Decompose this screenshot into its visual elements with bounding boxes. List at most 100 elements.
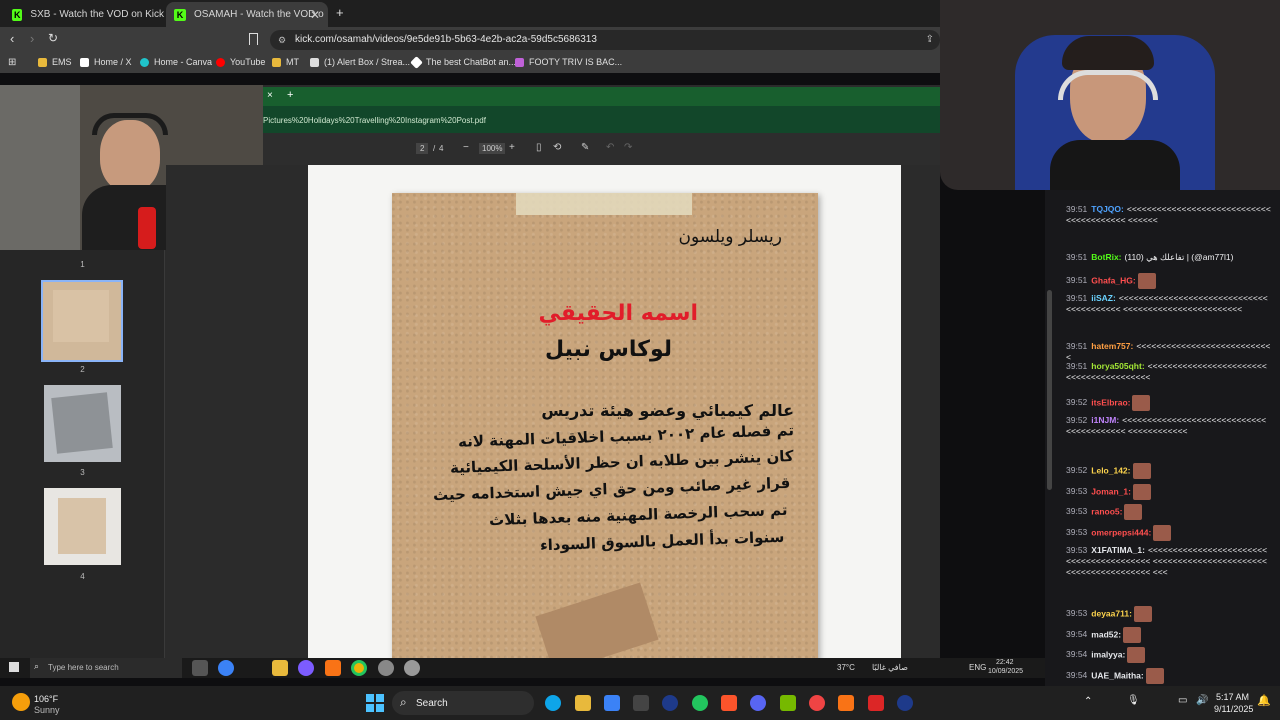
page-thumbnail-4[interactable]	[44, 488, 121, 565]
search-box[interactable]: ⌕ Search	[392, 691, 534, 715]
rotate-icon[interactable]: ⟲	[553, 142, 561, 153]
network-icon[interactable]: ▭	[1178, 695, 1187, 706]
chat-username[interactable]: hatem757:	[1091, 341, 1133, 351]
new-tab-button[interactable]: +	[336, 5, 344, 20]
store-icon[interactable]	[604, 695, 620, 711]
app-icon[interactable]	[378, 660, 394, 676]
bookmark-ems[interactable]: EMS	[38, 57, 72, 67]
site-info-icon[interactable]: ⚙	[278, 30, 286, 50]
chat-message: 39:51 Ghafa_HG:	[1066, 273, 1271, 289]
app-icon[interactable]	[809, 695, 825, 711]
chat-username[interactable]: i1NJM:	[1091, 415, 1119, 425]
clock-time[interactable]: 5:17 AM	[1216, 692, 1249, 702]
windows-start-icon[interactable]	[366, 694, 384, 712]
task-view-icon[interactable]	[192, 660, 208, 676]
edge-icon[interactable]	[545, 695, 561, 711]
browser-tab[interactable]: K SXB - Watch the VOD on Kick	[4, 2, 164, 27]
back-icon[interactable]: ‹	[10, 31, 14, 46]
captured-search-placeholder: Type here to search	[48, 663, 119, 672]
chat-username[interactable]: horya505qht:	[1091, 361, 1144, 371]
discord-icon[interactable]	[298, 660, 314, 676]
apps-icon[interactable]: ⊞	[8, 57, 16, 68]
chat-username[interactable]: deyaa711:	[1091, 608, 1132, 618]
app-icon[interactable]	[868, 695, 884, 711]
add-tab-button[interactable]: +	[287, 89, 293, 101]
windows-start-icon[interactable]	[9, 662, 19, 672]
bookmark-chatbot[interactable]: The best ChatBot an...	[410, 55, 516, 69]
emote-icon	[1123, 627, 1142, 643]
brave-icon[interactable]	[721, 695, 737, 711]
page-thumbnail-2[interactable]	[41, 280, 123, 362]
bookmark-icon[interactable]	[249, 33, 258, 45]
chat-username[interactable]: TQJQO:	[1091, 204, 1124, 214]
browser-tab-bar: K SXB - Watch the VOD on Kick K OSAMAH -…	[0, 0, 940, 27]
clock-date[interactable]: 9/11/2025	[1214, 704, 1253, 714]
bookmark-x[interactable]: Home / X	[80, 57, 132, 67]
bookmark-youtube[interactable]: YouTube	[216, 57, 265, 67]
fit-page-icon[interactable]: ▯	[536, 142, 542, 153]
volume-icon[interactable]: 🔊	[1196, 695, 1208, 706]
chat-username[interactable]: BotRix:	[1091, 252, 1121, 262]
microphone-icon[interactable]: 🎙	[1127, 695, 1140, 706]
steam-icon[interactable]	[662, 695, 678, 711]
chat-username[interactable]: mad52:	[1091, 629, 1121, 639]
close-icon[interactable]: ×	[267, 90, 273, 101]
app-icon[interactable]	[325, 660, 341, 676]
xbox-icon[interactable]	[692, 695, 708, 711]
chat-username[interactable]: UAE_Maitha:	[1091, 670, 1143, 680]
captured-lang[interactable]: ENG	[969, 663, 986, 672]
chat-username[interactable]: X1FATIMA_1:	[1091, 545, 1145, 555]
captured-taskbar: ⌕ Type here to search 37°C صافي غالبًا E…	[0, 658, 1050, 678]
chat-username[interactable]: imalyya:	[1091, 649, 1125, 659]
chat-username[interactable]: omerpepsi444:	[1091, 527, 1151, 537]
bookmark-footy[interactable]: FOOTY TRIV IS BAC...	[515, 57, 622, 67]
copilot-icon[interactable]	[218, 660, 234, 676]
tab-label: OSAMAH - Watch the VOD o	[194, 9, 324, 20]
captured-search-box[interactable]: ⌕ Type here to search	[30, 658, 182, 678]
zoom-level-input[interactable]: 100%	[479, 143, 506, 154]
chat-message: 39:53 omerpepsi444:	[1066, 525, 1271, 541]
terminal-icon[interactable]	[633, 695, 649, 711]
reload-icon[interactable]: ↻	[48, 31, 58, 45]
zoom-out-button[interactable]: −	[463, 142, 469, 153]
pdf-filename-bar: Pictures%20Holidays%20Travelling%20Insta…	[263, 106, 940, 133]
discord-icon[interactable]	[750, 695, 766, 711]
steam-icon[interactable]	[897, 695, 913, 711]
bookmark-canva[interactable]: Home - Canva	[140, 57, 212, 67]
chat-username[interactable]: iiSAZ:	[1091, 293, 1116, 303]
bookmark-mt[interactable]: MT	[272, 57, 299, 67]
app-icon[interactable]	[404, 660, 420, 676]
undo-icon[interactable]: ↶	[606, 142, 614, 153]
page-number-input[interactable]: 2	[416, 143, 429, 154]
chat-username[interactable]: Joman_1:	[1091, 486, 1131, 496]
webcam-background	[0, 85, 80, 250]
file-explorer-icon[interactable]	[575, 695, 591, 711]
chevron-up-icon[interactable]: ⌃	[1084, 696, 1092, 707]
chat-timestamp: 39:51	[1066, 361, 1088, 371]
chat-message: 39:51 hatem757: <<<<<<<<<<<<<<<<<<<<<<<<<<…	[1066, 341, 1271, 363]
chat-username[interactable]: ranoo5:	[1091, 506, 1122, 516]
weather-sun-icon	[12, 693, 30, 711]
bookmark-alertbox[interactable]: (1) Alert Box / Strea...	[310, 57, 410, 67]
url-input[interactable]: ⚙ kick.com/osamah/videos/9e5de91b-5b63-4…	[270, 30, 940, 50]
notification-icon[interactable]: 🔔	[1257, 694, 1271, 707]
search-label: Search	[416, 698, 448, 709]
share-icon[interactable]: ⇪	[926, 30, 934, 50]
nvidia-icon[interactable]	[780, 695, 796, 711]
app-icon[interactable]	[838, 695, 854, 711]
chat-timestamp: 39:53	[1066, 486, 1088, 497]
chat-message: 39:53 deyaa711:	[1066, 606, 1271, 622]
chrome-icon[interactable]	[351, 660, 367, 676]
zoom-in-button[interactable]: +	[509, 142, 515, 153]
browser-tab-active[interactable]: K OSAMAH - Watch the VOD o ✕	[166, 2, 328, 27]
file-explorer-icon[interactable]	[272, 660, 288, 676]
chat-username[interactable]: itsElbrao:	[1091, 397, 1130, 407]
chat-scrollbar[interactable]	[1047, 290, 1052, 490]
close-icon[interactable]: ✕	[310, 8, 320, 22]
redo-icon[interactable]: ↷	[624, 142, 632, 153]
chat-username[interactable]: Lelo_142:	[1091, 465, 1130, 475]
forward-icon[interactable]: ›	[30, 31, 34, 46]
chat-username[interactable]: Ghafa_HG:	[1091, 275, 1135, 285]
page-thumbnail-3[interactable]	[44, 385, 121, 462]
annotate-icon[interactable]: ✎	[581, 142, 589, 153]
